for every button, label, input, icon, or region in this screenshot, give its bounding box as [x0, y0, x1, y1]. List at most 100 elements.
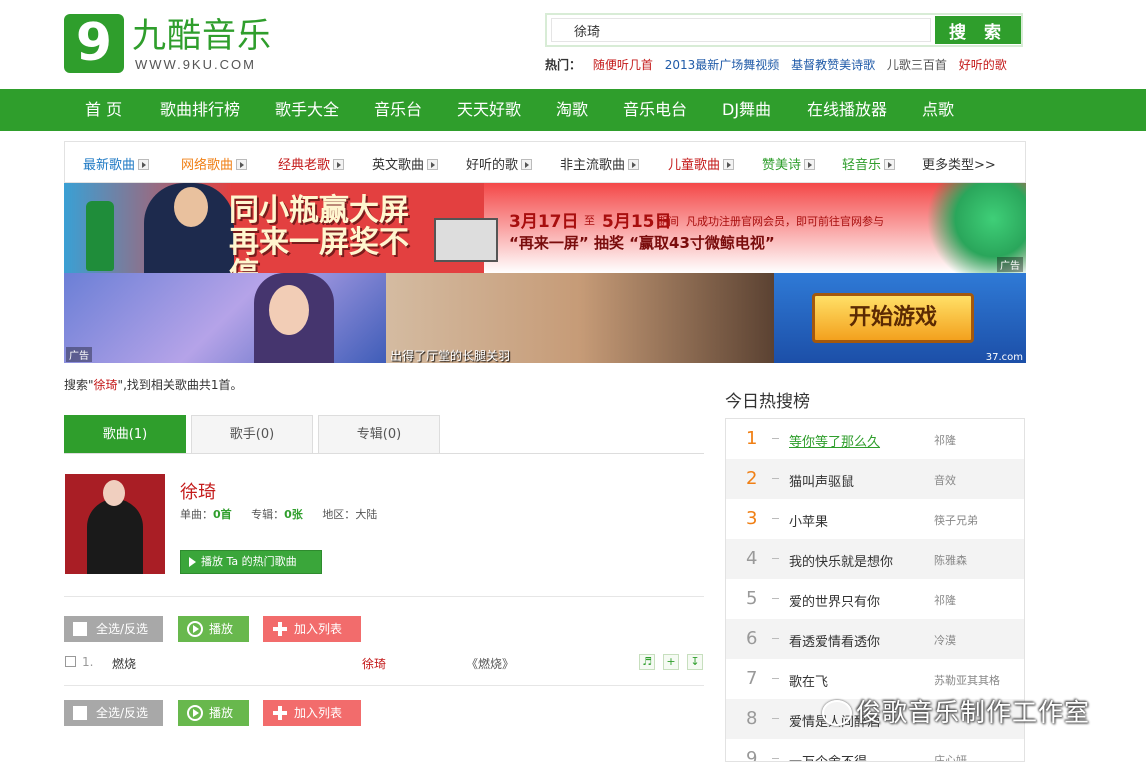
download-icon[interactable]: ↧: [687, 654, 703, 670]
song-row[interactable]: 1. 燃烧 徐琦 《燃烧》 ♬ + ↧: [64, 652, 704, 674]
rank-song[interactable]: 歌在飞: [789, 671, 828, 690]
category-item[interactable]: 英文歌曲: [372, 154, 439, 173]
rank-artist[interactable]: 祁隆: [934, 432, 956, 448]
rank-dash: [772, 598, 779, 599]
hot-link[interactable]: 儿歌三百首: [887, 58, 947, 72]
tab-albums[interactable]: 专辑(0): [318, 415, 440, 453]
hot-link[interactable]: 基督教赞美诗歌: [791, 58, 875, 72]
nav-dj[interactable]: DJ舞曲: [722, 89, 771, 131]
ad-tag: 广告: [66, 347, 92, 362]
nav-singers[interactable]: 歌手大全: [275, 89, 339, 131]
rank-number: 1: [746, 428, 758, 449]
watermark: 俊歌音乐制作工作室: [856, 698, 1091, 727]
rank-artist[interactable]: 祁隆: [934, 592, 956, 608]
category-item[interactable]: 轻音乐: [842, 154, 896, 173]
rank-artist[interactable]: 苏勒亚其其格: [934, 672, 1000, 688]
category-bar: 最新歌曲 网络歌曲 经典老歌 英文歌曲 好听的歌 非主流歌曲 儿童歌曲 赞美诗 …: [64, 141, 1026, 183]
rank-artist[interactable]: 庄心妍: [934, 752, 967, 761]
category-item[interactable]: 经典老歌: [278, 154, 345, 173]
ad-banner[interactable]: 同小瓶赢大屏 再来一屏奖不停 3月17日 至 5月15日 期间 凡成功注册官网会…: [64, 183, 1026, 273]
artist-name[interactable]: 徐琦: [180, 478, 216, 504]
category-item[interactable]: 最新歌曲: [83, 154, 150, 173]
hot-link[interactable]: 随便听几首: [593, 58, 653, 72]
search-input[interactable]: [551, 18, 931, 42]
select-all-button[interactable]: 全选/反选: [64, 616, 163, 642]
rank-item[interactable]: 5 爱的世界只有你 祁隆: [726, 579, 1024, 619]
ad-tag: 广告: [997, 257, 1023, 272]
category-item[interactable]: 赞美诗: [762, 154, 816, 173]
category-item[interactable]: 儿童歌曲: [668, 154, 735, 173]
rank-artist[interactable]: 冷漠: [934, 632, 956, 648]
banner-to: 至: [584, 214, 595, 227]
play-icon: [189, 557, 196, 567]
rank-song[interactable]: 看透爱情看透你: [789, 631, 880, 650]
nav-radio[interactable]: 音乐电台: [623, 89, 687, 131]
rank-item[interactable]: 3 小苹果 筷子兄弟: [726, 499, 1024, 539]
rank-dash: [772, 438, 779, 439]
rank-item[interactable]: 9 一万个舍不得 庄心妍: [726, 739, 1024, 762]
rank-item[interactable]: 1 等你等了那么久 祁隆: [726, 419, 1024, 459]
play-hot-songs-button[interactable]: 播放 Ta 的热门歌曲: [180, 550, 322, 574]
nav-taoge[interactable]: 淘歌: [556, 89, 588, 131]
hot-link[interactable]: 2013最新广场舞视频: [665, 58, 780, 72]
category-more[interactable]: 更多类型>>: [922, 154, 996, 173]
arrow-right-icon: [521, 159, 533, 170]
rank-number: 8: [746, 708, 758, 729]
nav-online-player[interactable]: 在线播放器: [807, 89, 887, 131]
song-title[interactable]: 燃烧: [112, 655, 136, 672]
nav-charts[interactable]: 歌曲排行榜: [160, 89, 240, 131]
song-checkbox[interactable]: [65, 656, 76, 667]
nav-music-station[interactable]: 音乐台: [374, 89, 422, 131]
listen-icon[interactable]: ♬: [639, 654, 655, 670]
song-album[interactable]: 《燃烧》: [466, 655, 514, 672]
arrow-right-icon: [723, 159, 735, 170]
rank-song[interactable]: 等你等了那么久: [789, 431, 880, 450]
logo-name[interactable]: 九酷音乐: [132, 16, 272, 56]
rank-number: 9: [746, 748, 758, 762]
rank-dash: [772, 718, 779, 719]
checkbox-icon: [73, 706, 87, 720]
arrow-right-icon: [138, 159, 150, 170]
rank-artist[interactable]: 陈雅森: [934, 552, 967, 568]
category-item[interactable]: 网络歌曲: [181, 154, 248, 173]
rank-item[interactable]: 6 看透爱情看透你 冷漠: [726, 619, 1024, 659]
category-item[interactable]: 好听的歌: [466, 154, 533, 173]
play-circle-icon: [187, 621, 203, 637]
rank-item[interactable]: 4 我的快乐就是想你 陈雅森: [726, 539, 1024, 579]
rank-song[interactable]: 一万个舍不得: [789, 751, 867, 761]
song-artist[interactable]: 徐琦: [362, 655, 386, 672]
rank-dash: [772, 558, 779, 559]
hot-link[interactable]: 好听的歌: [959, 58, 1007, 72]
rank-artist[interactable]: 音效: [934, 472, 956, 488]
game-scene-image: [64, 273, 386, 363]
nav-request-song[interactable]: 点歌: [922, 89, 954, 131]
rank-song[interactable]: 小苹果: [789, 511, 828, 530]
add-to-list-button[interactable]: 加入列表: [263, 616, 361, 642]
play-selected-button[interactable]: 播放: [178, 700, 249, 726]
rank-number: 5: [746, 588, 758, 609]
add-to-list-button[interactable]: 加入列表: [263, 700, 361, 726]
artist-albums-count: 0张: [284, 508, 303, 521]
arrow-right-icon: [333, 159, 345, 170]
tab-songs[interactable]: 歌曲(1): [64, 415, 186, 453]
rank-number: 7: [746, 668, 758, 689]
start-game-button[interactable]: 开始游戏: [812, 293, 974, 343]
category-item[interactable]: 非主流歌曲: [560, 154, 640, 173]
game-subtitle: 出得了厅堂的长腿关羽: [390, 349, 511, 363]
nav-home[interactable]: 首 页: [85, 89, 122, 131]
play-selected-button[interactable]: 播放: [178, 616, 249, 642]
rank-song[interactable]: 猫叫声驱鼠: [789, 471, 854, 490]
nav-daily-songs[interactable]: 天天好歌: [457, 89, 521, 131]
artist-photo[interactable]: [65, 474, 165, 574]
game-ad-banner[interactable]: 出得了厅堂的长腿关羽 开始游戏 广告 37.com: [64, 273, 1026, 363]
select-all-button[interactable]: 全选/反选: [64, 700, 163, 726]
tab-singers[interactable]: 歌手(0): [191, 415, 313, 453]
rank-song[interactable]: 爱的世界只有你: [789, 591, 880, 610]
rank-song[interactable]: 我的快乐就是想你: [789, 551, 893, 570]
divider: [64, 596, 704, 597]
search-button[interactable]: 搜 索: [935, 16, 1021, 44]
rank-item[interactable]: 2 猫叫声驱鼠 音效: [726, 459, 1024, 499]
rank-artist[interactable]: 筷子兄弟: [934, 512, 978, 528]
site-logo[interactable]: 9: [64, 14, 124, 73]
add-icon[interactable]: +: [663, 654, 679, 670]
